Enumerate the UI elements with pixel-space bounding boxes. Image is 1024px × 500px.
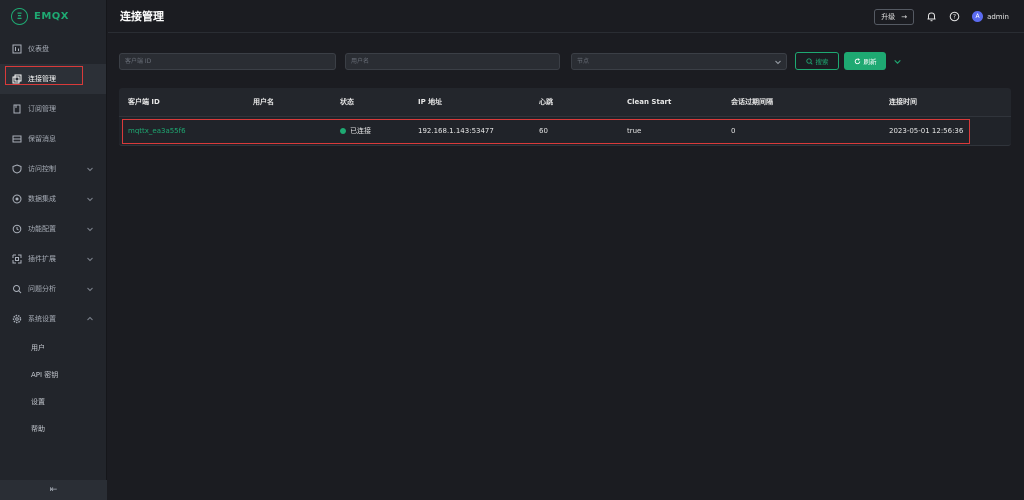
sidebar-item-analysis[interactable]: 问题分析 [0,274,106,304]
search-button[interactable]: 搜索 [795,52,839,70]
sidebar-item-label: 数据集成 [28,195,56,203]
column-header: 用户名 [253,98,274,106]
status-text: 已连接 [350,127,371,135]
arrow-right-icon: → [901,12,908,21]
sidebar-subitem-users[interactable]: 用户 [0,334,106,361]
node-select[interactable] [571,52,787,70]
column-header: Clean Start [627,98,672,106]
chevron-down-icon [87,287,93,292]
chevron-down-icon [893,59,901,64]
dashboard-icon [12,44,22,54]
filter-bar [119,52,787,70]
settings-icon [12,314,22,324]
chevron-down-icon [87,167,93,172]
upgrade-button[interactable]: 升级 → [874,8,915,25]
sidebar-item-retained[interactable]: 保留消息 [0,124,106,154]
sidebar-subitem-label: 帮助 [31,424,45,433]
sidebar-item-connections[interactable]: 连接管理 [0,64,106,94]
sidebar-item-system-settings[interactable]: 系统设置 [0,304,106,334]
shield-icon [12,164,22,174]
sidebar-menu: 仪表盘 连接管理 订阅管理 保留消息 访问控制 数据集成 功能配置 插件扩展 问… [0,34,106,442]
sidebar-item-subscriptions[interactable]: 订阅管理 [0,94,106,124]
username: admin [987,12,1009,21]
subscriptions-icon [12,104,22,114]
sidebar-item-label: 访问控制 [28,165,56,173]
connected-at-cell: 2023-05-01 12:56:36 [889,127,964,135]
sidebar-subitem-help[interactable]: 帮助 [0,415,106,442]
chevron-down-icon [775,60,781,64]
analysis-icon [12,284,22,294]
help-icon[interactable]: ? [949,11,960,22]
search-label: 搜索 [815,58,829,66]
search-icon [805,57,813,65]
sidebar-item-label: 订阅管理 [28,105,56,113]
emqx-logo-icon: Ξ [11,8,28,25]
page-title: 连接管理 [120,10,164,23]
column-header: 状态 [340,98,354,106]
sidebar-item-label: 保留消息 [28,135,56,143]
config-icon [12,224,22,234]
refresh-label: 刷新 [863,58,877,66]
svg-text:?: ? [953,14,956,21]
chevron-down-icon [87,257,93,262]
integration-icon [12,194,22,204]
connections-icon [12,74,22,84]
keepalive-cell: 60 [539,127,548,135]
sidebar-collapse-button[interactable]: ⇤ [0,480,107,500]
column-header: IP 地址 [418,98,443,106]
client-id-input[interactable] [119,52,336,70]
sidebar: Ξ EMQX 仪表盘 连接管理 订阅管理 保留消息 访问控制 数据集成 功能配置… [0,0,107,500]
chevron-down-icon [87,197,93,202]
retained-icon [12,134,22,144]
sidebar-item-data-integration[interactable]: 数据集成 [0,184,106,214]
bell-icon[interactable] [926,11,937,22]
sidebar-subitem-api-keys[interactable]: API 密钥 [0,361,106,388]
sidebar-subitem-label: 用户 [31,343,45,352]
refresh-button[interactable]: 刷新 [844,52,886,70]
sidebar-item-label: 连接管理 [28,75,56,83]
ip-cell: 192.168.1.143:53477 [418,127,494,135]
sidebar-item-plugins[interactable]: 插件扩展 [0,244,106,274]
connections-table: 客户端 ID 用户名 状态 IP 地址 心跳 Clean Start 会话过期间… [119,88,1011,146]
column-header: 客户端 ID [128,98,160,106]
collapse-icon: ⇤ [49,485,58,495]
column-header: 连接时间 [889,98,917,106]
status-badge: 已连接 [340,126,371,136]
sidebar-item-config[interactable]: 功能配置 [0,214,106,244]
upgrade-label: 升级 [881,12,896,21]
table-row: mqttx_ea3a55f6 已连接 192.168.1.143:53477 6… [119,117,1011,146]
column-header: 会话过期间隔 [731,98,773,106]
chevron-down-icon [87,227,93,232]
sidebar-item-access-control[interactable]: 访问控制 [0,154,106,184]
node-select-input[interactable] [571,52,787,70]
sidebar-item-label: 仪表盘 [28,45,49,53]
sidebar-item-label: 系统设置 [28,315,56,323]
sidebar-item-dashboard[interactable]: 仪表盘 [0,34,106,64]
clean-start-cell: true [627,127,642,135]
expiry-cell: 0 [731,127,736,135]
top-header: 连接管理 升级 → ? A admin [108,0,1024,33]
sidebar-item-label: 功能配置 [28,225,56,233]
logo[interactable]: Ξ EMQX [0,0,106,33]
sidebar-subitem-label: API 密钥 [31,370,59,379]
sidebar-subitem-settings[interactable]: 设置 [0,388,106,415]
refresh-icon [854,57,860,64]
sidebar-item-label: 问题分析 [28,285,56,293]
sidebar-item-label: 插件扩展 [28,255,56,263]
logo-text: EMQX [34,11,69,22]
header-actions: 升级 → ? A admin [874,0,1009,33]
chevron-up-icon [87,316,93,321]
table-header: 客户端 ID 用户名 状态 IP 地址 心跳 Clean Start 会话过期间… [119,88,1011,117]
connected-dot-icon [340,127,346,134]
avatar: A [972,11,984,22]
username-input[interactable] [345,52,560,70]
user-menu[interactable]: A admin [972,11,1009,22]
expand-filters-button[interactable] [891,55,903,67]
column-header: 心跳 [539,98,553,106]
client-id-link[interactable]: mqttx_ea3a55f6 [128,127,186,135]
sidebar-subitem-label: 设置 [31,397,45,406]
plugin-icon [12,254,22,264]
